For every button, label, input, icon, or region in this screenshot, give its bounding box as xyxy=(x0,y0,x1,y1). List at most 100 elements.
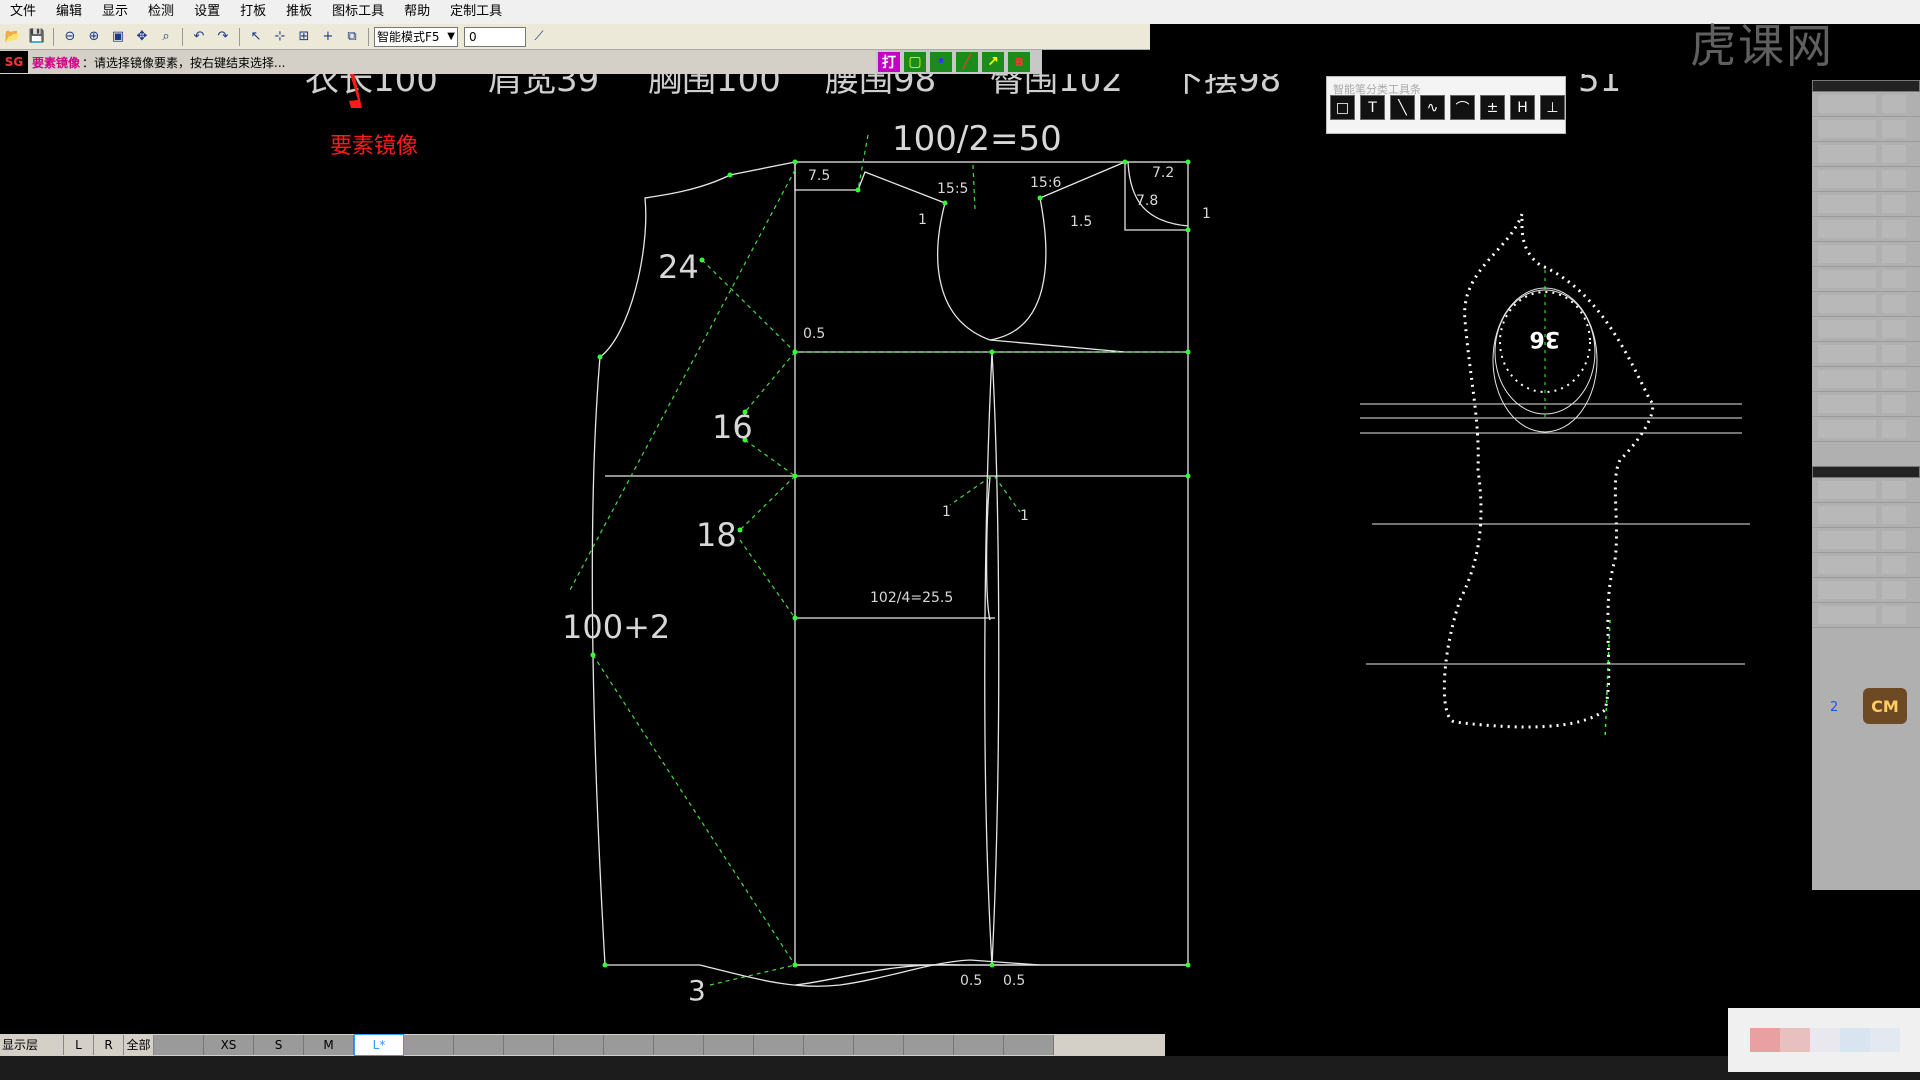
menu-view[interactable]: 显示 xyxy=(92,0,138,24)
size-l-button[interactable]: L* xyxy=(354,1034,404,1056)
tool-row[interactable] xyxy=(1812,553,1920,578)
text-tool-icon[interactable]: T xyxy=(1360,95,1385,120)
measure-length: 衣长100 xyxy=(305,74,438,100)
draw-line-icon[interactable]: ⟋ xyxy=(528,27,550,47)
zoom-fit-icon[interactable]: ▣ xyxy=(107,27,129,47)
size-slot[interactable] xyxy=(654,1035,704,1055)
toolbar-divider xyxy=(368,27,369,46)
number-input[interactable]: 0 xyxy=(464,26,526,47)
menu-grading[interactable]: 推板 xyxy=(276,0,322,24)
rect-icon[interactable]: ▢ xyxy=(904,52,926,72)
label-16: 16 xyxy=(712,408,753,446)
cm-button[interactable]: CM xyxy=(1863,688,1907,724)
offset-tool-icon[interactable]: ± xyxy=(1480,95,1505,120)
tool-row[interactable] xyxy=(1812,217,1920,242)
drawing-canvas[interactable]: 衣长100 肩宽39 胸围100 腰围98 臀围102 下摆98 51 100/… xyxy=(0,74,1812,1034)
add-point-icon[interactable]: + xyxy=(317,27,339,47)
size-slot[interactable] xyxy=(804,1035,854,1055)
h-tool-icon[interactable]: H xyxy=(1510,95,1535,120)
layer-bar: 显示层 L R 全部 XS S M L* xyxy=(0,1034,1165,1056)
tool-row[interactable] xyxy=(1812,392,1920,417)
tool-row[interactable] xyxy=(1812,167,1920,192)
pan-icon[interactable]: ✥ xyxy=(131,27,153,47)
tool-row[interactable] xyxy=(1812,192,1920,217)
layer-all-button[interactable]: 全部 xyxy=(124,1035,154,1055)
tool-row[interactable] xyxy=(1812,603,1920,628)
label-1-d: 1 xyxy=(1020,508,1029,524)
tool-row[interactable] xyxy=(1812,478,1920,503)
curve-tool-icon[interactable]: ∿ xyxy=(1420,95,1445,120)
tool-row[interactable] xyxy=(1812,528,1920,553)
size-icon[interactable]: ʙ xyxy=(1008,52,1030,72)
perp-tool-icon[interactable]: ⊥ xyxy=(1540,95,1565,120)
tool-row[interactable] xyxy=(1812,578,1920,603)
point-icon[interactable]: • xyxy=(930,52,952,72)
panel-header xyxy=(1812,80,1920,92)
mirror-element-icon[interactable]: ⧉ xyxy=(341,27,363,47)
select-delete-icon[interactable]: ↖ xyxy=(245,27,267,47)
adjust-element-icon[interactable]: ⊞ xyxy=(293,27,315,47)
size-m-button[interactable]: M xyxy=(304,1035,354,1055)
size-slot[interactable] xyxy=(554,1035,604,1055)
panel-divider xyxy=(1812,466,1920,478)
armhole-back xyxy=(937,202,1126,353)
label-1-5: 1.5 xyxy=(1070,214,1092,230)
tool-row[interactable] xyxy=(1812,92,1920,117)
size-slot[interactable] xyxy=(954,1035,1004,1055)
size-slot[interactable] xyxy=(504,1035,554,1055)
size-slot[interactable] xyxy=(754,1035,804,1055)
chevron-down-icon[interactable]: ▼ xyxy=(447,28,455,46)
menu-settings[interactable]: 设置 xyxy=(184,0,230,24)
tool-row[interactable] xyxy=(1812,367,1920,392)
size-slot[interactable] xyxy=(904,1035,954,1055)
menu-help[interactable]: 帮助 xyxy=(394,0,440,24)
line-tool-icon[interactable]: ╲ xyxy=(1390,95,1415,120)
rect-tool-icon[interactable]: □ xyxy=(1330,95,1355,120)
size-xs-button[interactable]: XS xyxy=(204,1035,254,1055)
zoom-in-icon[interactable]: ⊕ xyxy=(83,27,105,47)
toolbar-divider xyxy=(182,27,183,46)
size-slot[interactable] xyxy=(854,1035,904,1055)
menu-edit[interactable]: 编辑 xyxy=(46,0,92,24)
pattern-labels: 100/2=50 102/4=25.5 100+2 24 16 18 3 7.5… xyxy=(562,119,1211,1007)
size-s-button[interactable]: S xyxy=(254,1035,304,1055)
size-slot[interactable] xyxy=(1004,1035,1054,1055)
zoom-out-icon[interactable]: ⊖ xyxy=(59,27,81,47)
size-slot[interactable] xyxy=(454,1035,504,1055)
redo-icon[interactable]: ↷ xyxy=(212,27,234,47)
menu-custom-tools[interactable]: 定制工具 xyxy=(440,0,512,24)
save-icon[interactable]: 💾 xyxy=(26,27,48,47)
tool-row[interactable] xyxy=(1812,503,1920,528)
label-0-5-bl: 0.5 xyxy=(960,973,982,989)
cut-line-icon[interactable]: ╱ xyxy=(956,52,978,72)
open-icon[interactable]: 📂 xyxy=(2,27,24,47)
tool-row[interactable] xyxy=(1812,417,1920,442)
layer-l-button[interactable]: L xyxy=(64,1035,94,1055)
zoom-window-icon[interactable]: ⌕ xyxy=(155,27,177,47)
arrow-icon[interactable]: ↗ xyxy=(982,52,1004,72)
size-slot[interactable] xyxy=(604,1035,654,1055)
arc-tool-icon[interactable]: ⌒ xyxy=(1450,95,1475,120)
print-button[interactable]: 打 xyxy=(878,52,900,72)
undo-icon[interactable]: ↶ xyxy=(188,27,210,47)
size-slot[interactable] xyxy=(154,1035,204,1055)
menu-file[interactable]: 文件 xyxy=(0,0,46,24)
size-slot[interactable] xyxy=(704,1035,754,1055)
menu-check[interactable]: 检测 xyxy=(138,0,184,24)
tool-row[interactable] xyxy=(1812,142,1920,167)
menu-pattern[interactable]: 打板 xyxy=(230,0,276,24)
tool-row[interactable] xyxy=(1812,342,1920,367)
mode-select[interactable]: 智能模式F5 ▼ xyxy=(374,26,458,47)
move-element-icon[interactable]: ⊹ xyxy=(269,27,291,47)
right-tool-panel xyxy=(1812,80,1920,890)
tool-row[interactable] xyxy=(1812,317,1920,342)
tool-row[interactable] xyxy=(1812,292,1920,317)
size-slot[interactable] xyxy=(404,1035,454,1055)
tool-row[interactable] xyxy=(1812,267,1920,292)
tool-row[interactable] xyxy=(1812,117,1920,142)
menu-icon-tools[interactable]: 图标工具 xyxy=(322,0,394,24)
menu-bar: 文件 编辑 显示 检测 设置 打板 推板 图标工具 帮助 定制工具 xyxy=(0,0,1920,24)
tool-row[interactable] xyxy=(1812,242,1920,267)
layer-r-button[interactable]: R xyxy=(94,1035,124,1055)
measure-chest: 胸围100 xyxy=(648,74,781,100)
